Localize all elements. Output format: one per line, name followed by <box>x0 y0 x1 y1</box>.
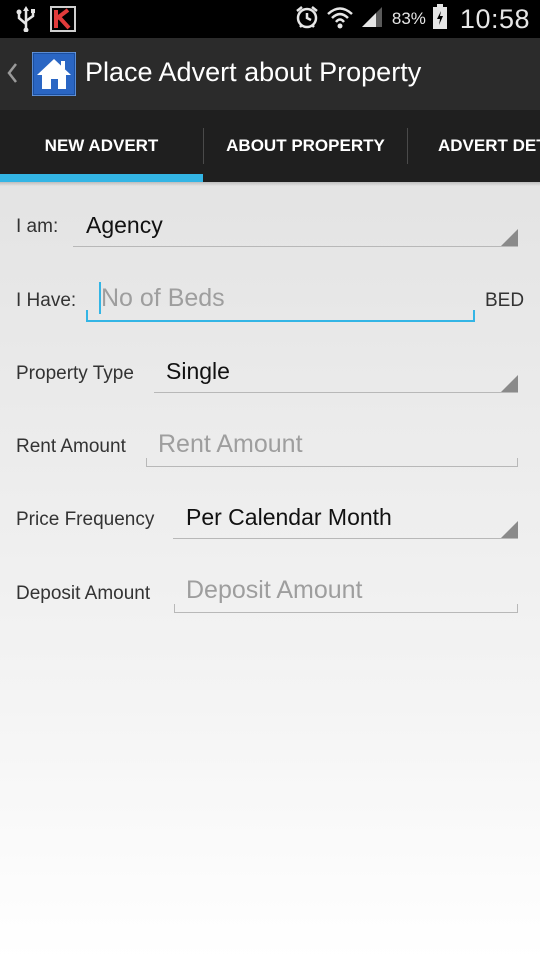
focused-underline-tick <box>86 310 88 322</box>
rent-amount-placeholder: Rent Amount <box>158 430 303 458</box>
underline-tick <box>517 604 518 613</box>
tab-bar-shadow <box>0 182 540 186</box>
price-frequency-value: Per Calendar Month <box>186 504 392 530</box>
underline-tick <box>146 458 147 467</box>
bed-unit-label: BED <box>485 290 525 311</box>
signal-icon <box>360 5 384 34</box>
dropdown-arrow-icon <box>501 229 518 246</box>
kaspersky-icon <box>50 6 76 37</box>
tab-about-property[interactable]: ABOUT PROPERTY <box>204 110 407 182</box>
tab-advert-details[interactable]: ADVERT DET <box>438 110 540 182</box>
page-title: Place Advert about Property <box>85 57 422 87</box>
focused-underline <box>86 320 475 322</box>
battery-icon <box>432 3 448 35</box>
tab-bar: NEW ADVERT ABOUT PROPERTY ADVERT DET <box>0 110 540 182</box>
battery-percent: 83% <box>391 9 426 28</box>
deposit-amount-label: Deposit Amount <box>16 583 151 604</box>
focused-underline-tick <box>473 310 475 322</box>
selected-tab-indicator <box>0 174 203 182</box>
dropdown-arrow-icon <box>501 521 518 538</box>
back-chevron-icon[interactable] <box>6 60 18 91</box>
action-bar: Place Advert about Property <box>0 38 540 110</box>
wifi-icon <box>326 4 354 35</box>
price-frequency-underline <box>173 538 518 539</box>
dropdown-arrow-icon <box>501 375 518 392</box>
house-icon[interactable] <box>31 51 77 97</box>
status-bar: 83% 10:58 <box>0 0 540 38</box>
alarm-icon <box>294 4 320 35</box>
underline-tick <box>517 458 518 467</box>
i-have-label: I Have: <box>16 290 77 311</box>
i-am-value: Agency <box>86 212 163 238</box>
property-type-underline <box>154 392 518 393</box>
i-am-label: I am: <box>16 216 59 237</box>
price-frequency-label: Price Frequency <box>16 509 155 530</box>
rent-amount-label: Rent Amount <box>16 436 126 457</box>
property-type-value: Single <box>166 358 230 384</box>
tab-new-advert[interactable]: NEW ADVERT <box>0 110 203 182</box>
underline-tick <box>174 604 175 613</box>
clock: 10:58 <box>459 3 530 34</box>
property-type-label: Property Type <box>16 363 134 384</box>
i-am-underline <box>73 246 518 247</box>
deposit-amount-placeholder: Deposit Amount <box>186 576 363 604</box>
tab-divider <box>407 128 408 164</box>
no-of-beds-placeholder: No of Beds <box>101 284 225 312</box>
usb-icon <box>14 6 38 37</box>
deposit-amount-underline <box>174 612 518 613</box>
rent-amount-underline <box>146 466 518 467</box>
